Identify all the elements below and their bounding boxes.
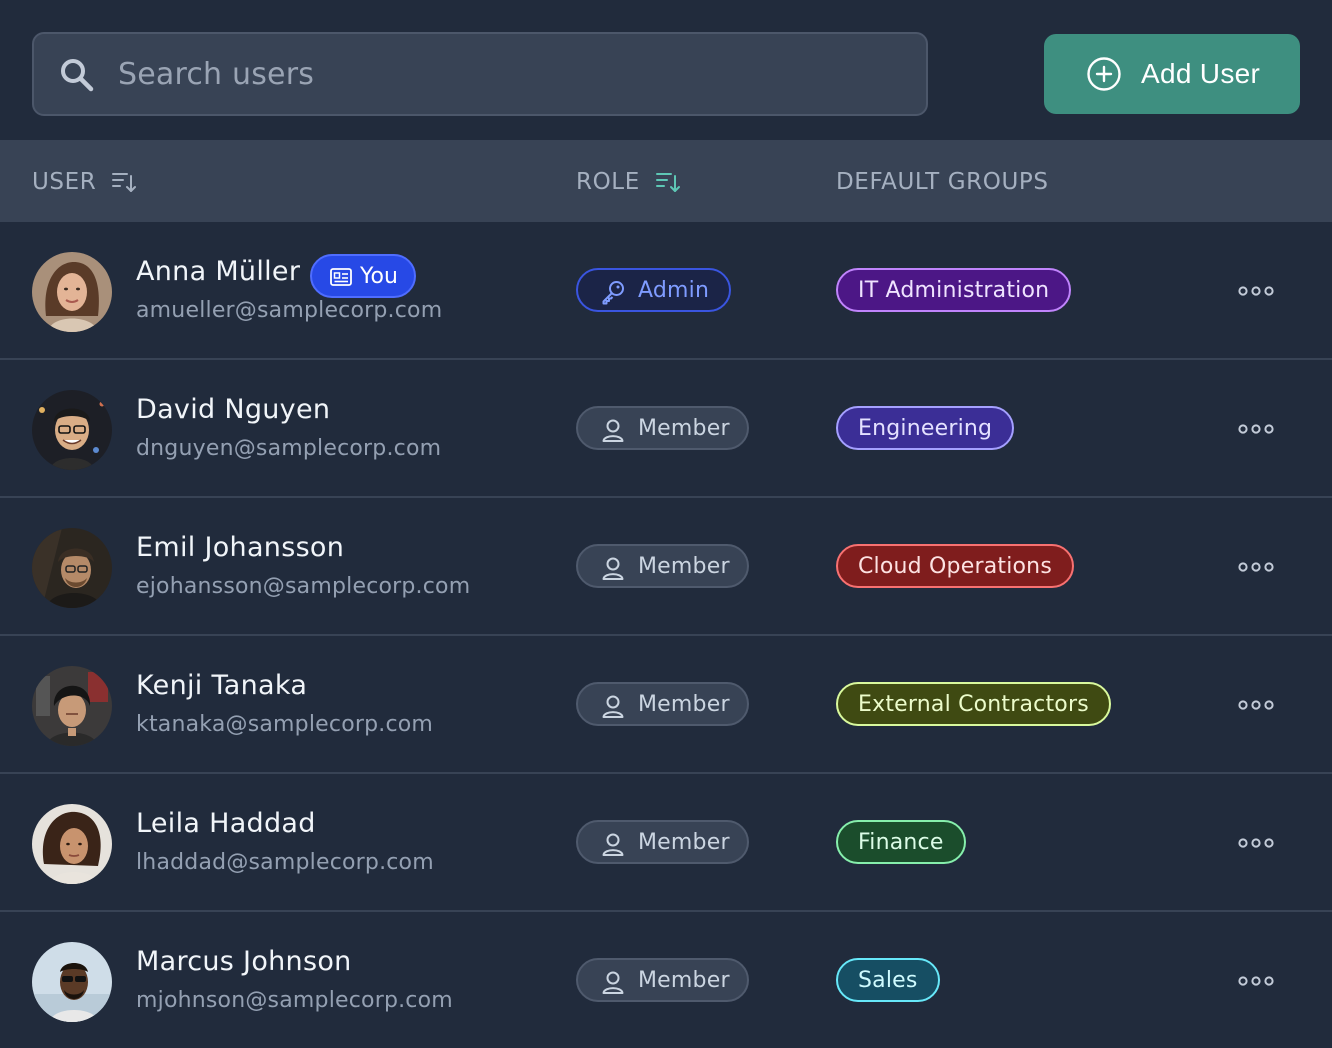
- role-badge-member[interactable]: Member: [576, 406, 749, 450]
- role-label: Admin: [638, 278, 710, 303]
- key-icon: [602, 281, 624, 305]
- group-label: Engineering: [858, 415, 993, 441]
- column-header-user-label: USER: [32, 169, 97, 195]
- more-options-icon: [1238, 838, 1274, 848]
- sort-icon: [112, 173, 137, 192]
- search-input[interactable]: [116, 48, 906, 100]
- user-email: ktanaka@samplecorp.com: [136, 712, 434, 737]
- group-badge[interactable]: Cloud Operations: [836, 544, 1074, 588]
- role-label: Member: [638, 416, 730, 441]
- table-row[interactable]: Leila Haddad lhaddad@samplecorp.com Memb…: [0, 774, 1332, 912]
- role-badge-member[interactable]: Member: [576, 958, 749, 1002]
- column-header-role[interactable]: ROLE: [576, 166, 682, 198]
- avatar: [32, 942, 112, 1022]
- add-user-label: Add User: [1141, 58, 1261, 89]
- user-name: Anna Müller: [136, 256, 301, 287]
- more-options-icon: [1238, 424, 1274, 434]
- column-header-default-groups: DEFAULT GROUPS: [836, 166, 1049, 198]
- user-icon: [602, 557, 624, 580]
- role-badge-member[interactable]: Member: [576, 544, 749, 588]
- group-label: Sales: [858, 967, 918, 993]
- user-icon: [602, 971, 624, 994]
- role-label: Member: [638, 830, 730, 855]
- user-name: Kenji Tanaka: [136, 670, 308, 701]
- more-options-icon: [1238, 286, 1274, 296]
- user-email: mjohnson@samplecorp.com: [136, 988, 453, 1013]
- search-icon: [61, 59, 94, 92]
- user-name: David Nguyen: [136, 394, 331, 425]
- user-icon: [602, 833, 624, 856]
- group-label: External Contractors: [858, 691, 1089, 717]
- avatar: [32, 528, 112, 608]
- row-actions-button[interactable]: [1230, 552, 1282, 582]
- user-email: amueller@samplecorp.com: [136, 298, 443, 323]
- avatar: [32, 666, 112, 746]
- avatar: [32, 390, 112, 470]
- toolbar: Add User: [0, 0, 1332, 140]
- role-badge-admin[interactable]: Admin: [576, 268, 731, 312]
- group-badge[interactable]: Sales: [836, 958, 940, 1002]
- group-badge[interactable]: Engineering: [836, 406, 1015, 450]
- more-options-icon: [1238, 562, 1274, 572]
- group-label: Cloud Operations: [858, 553, 1052, 579]
- user-name: Emil Johansson: [136, 532, 345, 563]
- column-header-user[interactable]: USER: [32, 166, 138, 198]
- user-management-panel: Add User USER ROLE DEFAULT: [0, 0, 1332, 1048]
- plus-circle-icon: [1087, 57, 1121, 91]
- search-box[interactable]: [32, 32, 928, 116]
- table-row[interactable]: Emil Johansson ejohansson@samplecorp.com…: [0, 498, 1332, 636]
- group-label: Finance: [858, 829, 944, 855]
- group-badge[interactable]: IT Administration: [836, 268, 1072, 312]
- group-label: IT Administration: [858, 277, 1050, 303]
- sort-icon: [655, 173, 680, 192]
- you-badge-label: You: [360, 264, 398, 289]
- add-user-button[interactable]: Add User: [1044, 34, 1300, 114]
- table-row[interactable]: David Nguyen dnguyen@samplecorp.com Memb…: [0, 360, 1332, 498]
- row-actions-button[interactable]: [1230, 690, 1282, 720]
- role-badge-member[interactable]: Member: [576, 820, 749, 864]
- role-label: Member: [638, 692, 730, 717]
- table-row[interactable]: Marcus Johnson mjohnson@samplecorp.com M…: [0, 912, 1332, 1048]
- group-badge[interactable]: External Contractors: [836, 682, 1111, 726]
- table-row[interactable]: Kenji Tanaka ktanaka@samplecorp.com Memb…: [0, 636, 1332, 774]
- group-badge[interactable]: Finance: [836, 820, 966, 864]
- you-badge: You: [310, 254, 416, 298]
- table-row[interactable]: Anna Müller You amueller@samplecorp.com …: [0, 222, 1332, 360]
- table-header: USER ROLE DEFAULT GROUPS: [0, 140, 1332, 222]
- more-options-icon: [1238, 700, 1274, 710]
- avatar: [32, 804, 112, 884]
- row-actions-button[interactable]: [1230, 276, 1282, 306]
- row-actions-button[interactable]: [1230, 828, 1282, 858]
- role-label: Member: [638, 554, 730, 579]
- user-email: ejohansson@samplecorp.com: [136, 574, 471, 599]
- avatar: [32, 252, 112, 332]
- role-label: Member: [638, 968, 730, 993]
- more-options-icon: [1238, 976, 1274, 986]
- column-header-role-label: ROLE: [576, 169, 640, 195]
- user-icon: [602, 419, 624, 442]
- user-email: lhaddad@samplecorp.com: [136, 850, 434, 875]
- row-actions-button[interactable]: [1230, 414, 1282, 444]
- user-email: dnguyen@samplecorp.com: [136, 436, 442, 461]
- user-name: Leila Haddad: [136, 808, 316, 839]
- column-header-groups-label: DEFAULT GROUPS: [836, 169, 1049, 195]
- user-name: Marcus Johnson: [136, 946, 352, 977]
- row-actions-button[interactable]: [1230, 966, 1282, 996]
- role-badge-member[interactable]: Member: [576, 682, 749, 726]
- user-icon: [602, 695, 624, 718]
- id-card-icon: [330, 268, 352, 286]
